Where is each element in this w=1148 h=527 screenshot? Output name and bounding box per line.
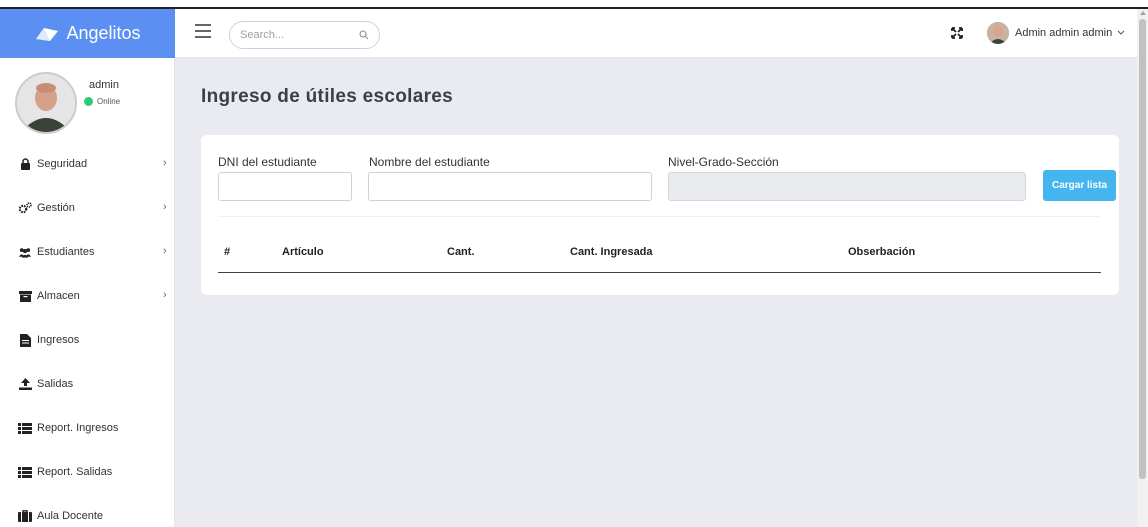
sidebar-item-label: Ingresos xyxy=(37,334,80,346)
column-header-quantity-entered: Cant. Ingresada xyxy=(570,246,653,258)
file-icon xyxy=(18,333,32,347)
table-header-border xyxy=(218,272,1101,273)
form-card: DNI del estudiante Nombre del estudiante… xyxy=(201,135,1119,295)
sidebar-item-label: Report. Salidas xyxy=(37,466,113,478)
vertical-scrollbar[interactable] xyxy=(1137,9,1148,527)
chevron-right-icon: › xyxy=(163,157,167,169)
briefcase-icon xyxy=(18,509,32,523)
search-box[interactable] xyxy=(229,21,380,49)
chevron-down-icon xyxy=(1117,30,1125,36)
column-header-number: # xyxy=(224,246,231,258)
column-header-observation: Obserbación xyxy=(848,246,916,258)
sidebar-item-aula-docente[interactable]: Aula Docente xyxy=(0,494,175,527)
sidebar-profile: admin Online xyxy=(15,72,120,134)
sidebar-item-label: Salidas xyxy=(37,378,74,390)
top-header: Admin admin admin xyxy=(175,9,1137,58)
column-header-article: Artículo xyxy=(282,246,324,258)
sidebar-item-label: Almacen xyxy=(37,290,80,302)
archive-icon xyxy=(18,289,32,303)
window-top-edge xyxy=(0,0,1148,9)
page-title: Ingreso de útiles escolares xyxy=(201,86,454,107)
user-avatar xyxy=(987,22,1009,44)
list-icon xyxy=(18,465,32,479)
sidebar-item-report-salidas[interactable]: Report. Salidas xyxy=(0,450,175,494)
sidebar-item-ingresos[interactable]: Ingresos xyxy=(0,318,175,362)
user-name: Admin admin admin xyxy=(1015,27,1113,39)
brand-name: Angelitos xyxy=(66,23,141,43)
load-list-button[interactable]: Cargar lista xyxy=(1043,170,1116,201)
sidebar: admin Online Seguridad › Gestión › Estud… xyxy=(0,58,175,527)
search-input[interactable] xyxy=(240,29,350,41)
scrollbar-thumb[interactable] xyxy=(1139,19,1146,479)
user-menu[interactable]: Admin admin admin xyxy=(987,22,1125,44)
form-divider xyxy=(218,216,1100,217)
hamburger-menu-icon[interactable] xyxy=(195,24,211,38)
chevron-right-icon: › xyxy=(163,289,167,301)
lock-icon xyxy=(18,157,32,171)
gears-icon xyxy=(18,201,32,215)
sidebar-item-label: Seguridad xyxy=(37,158,88,170)
profile-name: admin xyxy=(89,79,119,91)
level-grade-section-label: Nivel-Grado-Sección xyxy=(668,155,779,169)
list-icon xyxy=(18,421,32,435)
column-header-quantity: Cant. xyxy=(447,246,475,258)
search-icon[interactable] xyxy=(359,30,369,40)
fullscreen-icon[interactable] xyxy=(950,26,964,40)
scroll-up-arrow-icon[interactable] xyxy=(1140,11,1146,15)
sidebar-item-label: Gestión xyxy=(37,202,75,214)
profile-status: Online xyxy=(84,97,120,106)
sidebar-item-salidas[interactable]: Salidas xyxy=(0,362,175,406)
sidebar-item-label: Report. Ingresos xyxy=(37,422,119,434)
student-name-label: Nombre del estudiante xyxy=(369,155,490,169)
sidebar-item-almacen[interactable]: Almacen › xyxy=(0,274,175,318)
brand-icon xyxy=(34,25,60,43)
users-icon xyxy=(18,245,32,259)
profile-avatar xyxy=(15,72,77,134)
dni-field[interactable] xyxy=(218,172,352,201)
upload-icon xyxy=(18,377,32,391)
chevron-right-icon: › xyxy=(163,245,167,257)
sidebar-menu: Seguridad › Gestión › Estudiantes › Alma… xyxy=(0,142,175,527)
sidebar-item-label: Aula Docente xyxy=(37,510,104,522)
sidebar-item-report-ingresos[interactable]: Report. Ingresos xyxy=(0,406,175,450)
dni-label: DNI del estudiante xyxy=(218,155,317,169)
status-label: Online xyxy=(97,97,121,106)
level-grade-section-field xyxy=(668,172,1026,201)
sidebar-item-estudiantes[interactable]: Estudiantes › xyxy=(0,230,175,274)
online-status-dot xyxy=(84,97,93,106)
chevron-right-icon: › xyxy=(163,201,167,213)
sidebar-item-label: Estudiantes xyxy=(37,246,95,258)
brand-logo[interactable]: Angelitos xyxy=(0,9,175,58)
sidebar-item-gestion[interactable]: Gestión › xyxy=(0,186,175,230)
student-name-field[interactable] xyxy=(368,172,652,201)
sidebar-item-seguridad[interactable]: Seguridad › xyxy=(0,142,175,186)
